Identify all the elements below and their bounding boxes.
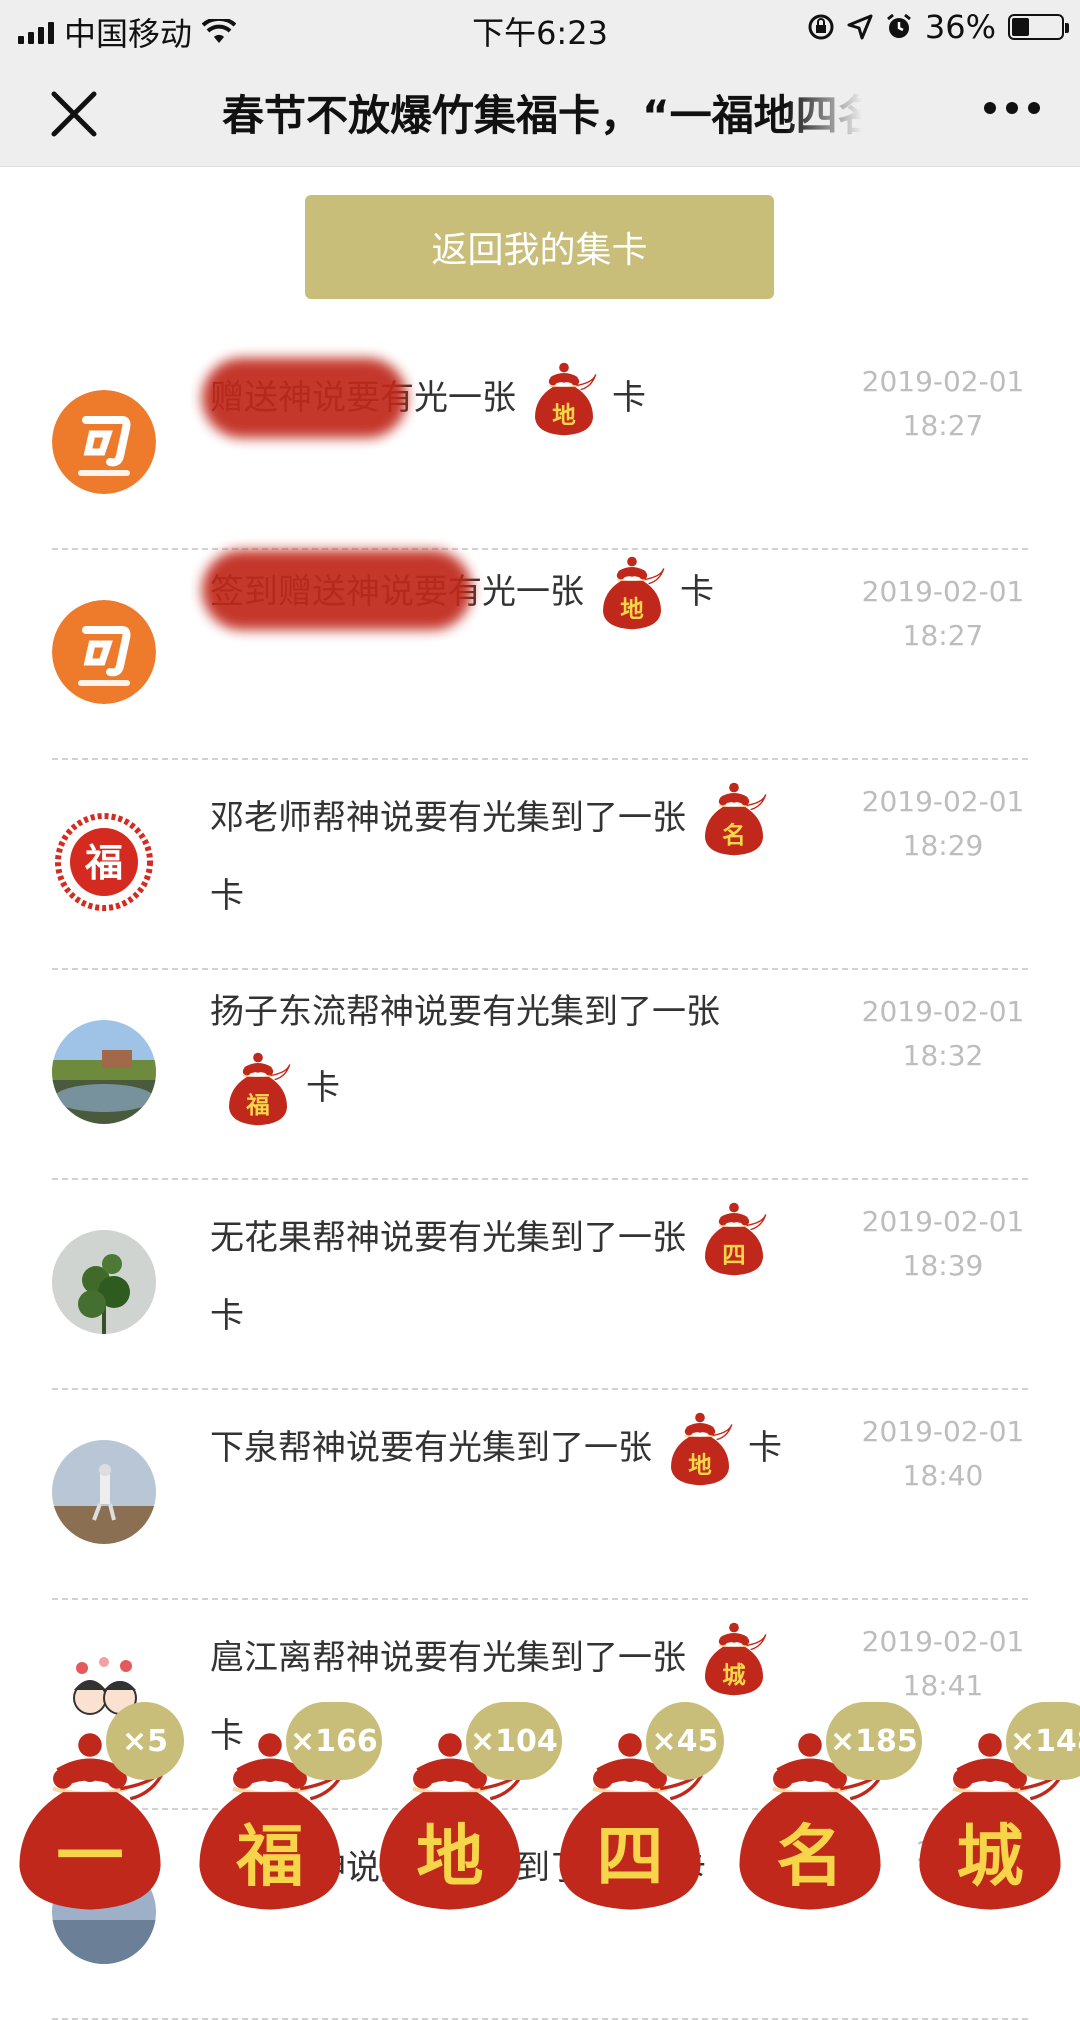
- svg-text:四: 四: [722, 1240, 746, 1268]
- card-2-button[interactable]: 福 ×166: [186, 1690, 382, 1920]
- battery-icon: [1008, 14, 1069, 40]
- feed-row: 扬子东流帮神说要有光集到了一张福 卡 2019-02-01 18:32: [52, 970, 1028, 1180]
- timestamp-date: 2019-02-01: [861, 1625, 1025, 1658]
- feed-message-suffix: 卡: [612, 378, 646, 418]
- card-bag-icon: 城: [698, 1622, 770, 1698]
- card-bag-icon: 四: [698, 1202, 770, 1278]
- feed-timestamp: 2019-02-01 18:27: [858, 360, 1028, 448]
- avatar[interactable]: [52, 600, 156, 704]
- timestamp-time: 18:27: [902, 619, 984, 652]
- feed-message: 无花果帮神说要有光集到了一张四卡: [210, 1200, 810, 1354]
- status-bar: 中国移动 下午6:23 36%: [0, 0, 1080, 54]
- feed-row: 签到赠送神说要有光一张地卡2019-02-0118:27: [52, 550, 1028, 760]
- svg-text:城: 城: [722, 1660, 746, 1688]
- feed-timestamp: 2019-02-01 18:40: [858, 1410, 1028, 1498]
- feed-message-suffix: 卡: [210, 875, 244, 916]
- alarm-icon: [886, 13, 911, 38]
- feed-message: 邓老师帮神说要有光集到了一张名卡: [210, 780, 810, 934]
- feed-timestamp: 2019-02-01 18:39: [858, 1200, 1028, 1288]
- card-count-badge: ×148: [1006, 1702, 1080, 1780]
- feed-message-text: 扈江离帮神说要有光集到了一张: [210, 1638, 686, 1678]
- card-bag-icon: 名: [698, 782, 770, 858]
- avatar[interactable]: 福: [52, 810, 156, 914]
- svg-text:城: 城: [956, 1816, 1023, 1895]
- feed-row: 无花果帮神说要有光集到了一张四卡 2019-02-01 18:39: [52, 1180, 1028, 1390]
- redacted-name: [202, 550, 472, 630]
- redacted-name: [202, 358, 407, 438]
- battery-percent: 36%: [924, 8, 996, 46]
- feed-message-text: 邓老师帮神说要有光集到了一张: [210, 798, 686, 838]
- close-icon[interactable]: [46, 86, 102, 142]
- card-tray: 一 ×5福×166地×104 四 ×45名×185 城 ×148: [0, 1690, 1080, 1920]
- feed-message: 下泉帮神说要有光集到了一张地 卡: [210, 1410, 810, 1488]
- nav-bar: 春节不放爆竹集福卡，“一福地四名城”: [0, 54, 1080, 167]
- avatar[interactable]: [52, 1440, 156, 1544]
- timestamp-time: 18:39: [902, 1249, 984, 1282]
- timestamp-time: 18:40: [902, 1459, 984, 1492]
- card-1-button[interactable]: 一 ×5: [6, 1690, 186, 1920]
- card-count-badge: ×5: [106, 1702, 184, 1780]
- feed-message-text: 无花果帮神说要有光集到了一张: [210, 1218, 686, 1258]
- svg-text:福: 福: [245, 1090, 270, 1118]
- card-bag-icon: 福: [222, 1052, 294, 1128]
- timestamp-time: 18:32: [902, 1039, 984, 1072]
- card-3-button[interactable]: 地 ×104: [366, 1690, 562, 1920]
- feed-row: 福 邓老师帮神说要有光集到了一张名卡 2019-02-01 18:29: [52, 760, 1028, 970]
- feed-timestamp: 2019-02-01 18:27: [858, 570, 1028, 658]
- svg-text:地: 地: [416, 1816, 483, 1895]
- location-icon: [847, 14, 873, 40]
- card-bag-icon: 地: [528, 362, 600, 438]
- orientation-lock-icon: [808, 14, 834, 40]
- card-count-badge: ×45: [646, 1702, 724, 1780]
- feed-message-text: 扬子东流帮神说要有光集到了一张: [210, 992, 720, 1032]
- svg-text:福: 福: [84, 840, 123, 885]
- timestamp-date: 2019-02-01: [861, 1415, 1025, 1448]
- avatar[interactable]: [52, 1230, 156, 1334]
- timestamp-date: 2019-02-01: [861, 365, 1025, 398]
- timestamp-date: 2019-02-01: [861, 1205, 1025, 1238]
- timestamp-date: 2019-02-01: [861, 785, 1025, 818]
- back-to-my-cards-button[interactable]: 返回我的集卡: [305, 195, 774, 299]
- avatar[interactable]: [52, 390, 156, 494]
- feed-message-suffix: 卡: [680, 572, 714, 612]
- feed-timestamp: 2019-02-01 18:32: [858, 990, 1028, 1078]
- svg-text:地: 地: [620, 594, 644, 622]
- feed-message: 扬子东流帮神说要有光集到了一张福 卡: [210, 974, 810, 1128]
- svg-text:四: 四: [596, 1816, 663, 1895]
- timestamp-time: 18:29: [902, 829, 984, 862]
- svg-text:名: 名: [776, 1816, 843, 1895]
- svg-text:一: 一: [56, 1816, 123, 1895]
- card-5-button[interactable]: 名 ×185: [726, 1690, 922, 1920]
- feed-message-suffix: 卡: [748, 1428, 782, 1468]
- feed-row: 下泉帮神说要有光集到了一张地 卡 2019-02-01 18:40: [52, 1390, 1028, 1600]
- svg-text:名: 名: [722, 820, 746, 848]
- feed-message-text: 下泉帮神说要有光集到了一张: [210, 1428, 652, 1468]
- card-4-button[interactable]: 四 ×45: [546, 1690, 726, 1920]
- timestamp-date: 2019-02-01: [861, 995, 1025, 1028]
- more-icon[interactable]: [984, 102, 1040, 114]
- card-bag-icon: 地: [596, 556, 668, 632]
- svg-text:地: 地: [552, 400, 576, 428]
- feed-timestamp: 2019-02-01 18:29: [858, 780, 1028, 868]
- page-title: 春节不放爆竹集福卡，“一福地四名城”: [222, 91, 862, 140]
- timestamp-time: 18:27: [902, 409, 984, 442]
- card-6-button[interactable]: 城 ×148: [906, 1690, 1080, 1920]
- card-bag-icon: 地: [664, 1412, 736, 1488]
- avatar[interactable]: [52, 1020, 156, 1124]
- svg-text:地: 地: [688, 1450, 712, 1478]
- svg-text:福: 福: [235, 1816, 303, 1895]
- feed-message-suffix: 卡: [210, 1295, 244, 1336]
- feed-row: 赠送神说要有光一张地卡2019-02-0118:27: [52, 340, 1028, 550]
- timestamp-date: 2019-02-01: [861, 575, 1025, 608]
- feed-message-suffix: 卡: [306, 1068, 340, 1108]
